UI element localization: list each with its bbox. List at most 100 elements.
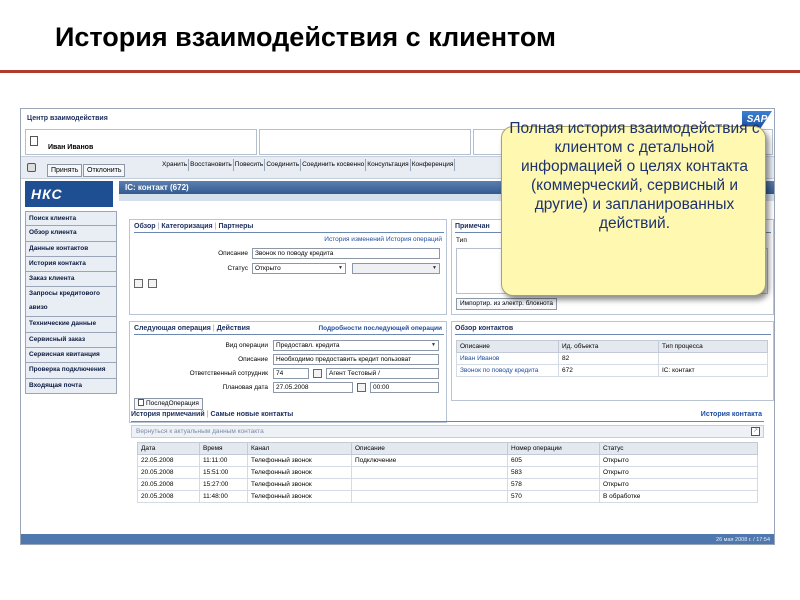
nav-item-customer-search[interactable]: Поиск клиента [25, 211, 117, 227]
followup-operation-button[interactable]: ПоследОперация [134, 398, 203, 410]
operation-type-select[interactable]: Предоставл. кредита ▼ [273, 340, 439, 351]
notes-title: Примечан [455, 223, 490, 230]
overview-panel: Обзор | Категоризация | Партнеры История изм… [129, 219, 447, 315]
table-cell: 20.05.2008 [137, 478, 200, 491]
table-cell: IC: контакт [658, 364, 768, 377]
nav-item-technical-data[interactable]: Технические данные [25, 317, 117, 333]
tab-next-operation[interactable]: Следующая операция [134, 325, 211, 332]
nav-item-service-order[interactable]: Сервисный заказ [25, 332, 117, 349]
table-cell: В обработке [599, 490, 758, 503]
table-cell: 605 [507, 454, 600, 467]
nav-item-customer-order[interactable]: Заказ клиента [25, 272, 117, 288]
table-cell: 578 [507, 478, 600, 491]
next-op-details-link[interactable]: Подробности последующей операции [319, 325, 443, 332]
status-select[interactable]: Открыто ▼ [252, 263, 346, 274]
column-header-description[interactable]: Описание [351, 442, 508, 455]
followup-button-label: ПоследОперация [146, 400, 199, 407]
column-header-time[interactable]: Время [199, 442, 248, 455]
toolbar-link-connect-indirect[interactable]: Соединить косвенно [301, 159, 367, 171]
history-underline [131, 421, 764, 422]
next-op-description-field[interactable]: Необходимо предоставить кредит пользоват [273, 354, 439, 365]
nav-item-contact-history[interactable]: История контакта [25, 256, 117, 273]
document-icon[interactable] [30, 136, 38, 146]
status-reason-select[interactable]: ▼ [352, 263, 440, 274]
back-to-current-link[interactable]: Вернуться к актуальным данным контакта [136, 428, 264, 435]
table-cell: 20.05.2008 [137, 490, 200, 503]
table-cell: 11:48:00 [199, 490, 248, 503]
import-notepad-button[interactable]: Импортир. из электр. блокнота [456, 298, 558, 310]
toolbar-link-hold[interactable]: Хранить [161, 159, 190, 171]
nav-item-connection-check[interactable]: Проверка подключения [25, 363, 117, 379]
table-row[interactable]: 20.05.2008 15:27:00 Телефонный звонок 57… [137, 478, 758, 491]
chevron-down-icon: ▼ [432, 265, 437, 271]
table-row[interactable]: 22.05.2008 11:11:00 Телефонный звонок По… [137, 454, 758, 467]
edit-icon[interactable] [134, 279, 143, 288]
table-cell [351, 478, 508, 491]
table-cell[interactable]: Иван Иванов [456, 352, 559, 365]
column-header-description[interactable]: Описание [456, 340, 559, 353]
toolbar-link-conference[interactable]: Конференция [411, 159, 456, 171]
table-cell [658, 352, 768, 365]
column-header-status[interactable]: Статус [599, 442, 758, 455]
nav-item-credit-memo-requests[interactable]: Запросы кредитового авизо [25, 287, 117, 318]
planned-time-field[interactable]: 00:00 [370, 382, 439, 393]
status-label: Статус [227, 265, 248, 272]
search-help-icon[interactable] [313, 369, 322, 378]
column-header-date[interactable]: Дата [137, 442, 200, 455]
operation-history-link[interactable]: История операций [386, 236, 442, 243]
calendar-icon[interactable] [357, 383, 366, 392]
operation-type-label: Вид операции [225, 342, 268, 349]
phone-icon[interactable] [27, 163, 36, 172]
tab-actions[interactable]: Действия [217, 325, 250, 332]
toolbar-link-hangup[interactable]: Повесить [234, 159, 266, 171]
accept-button[interactable]: Принять [47, 164, 83, 177]
notes-type-label: Тип [456, 237, 467, 244]
column-header-operation-number[interactable]: Номер операции [507, 442, 600, 455]
table-row[interactable]: 20.05.2008 11:48:00 Телефонный звонок 57… [137, 490, 758, 503]
history-table: Дата Время Канал Описание Номер операции… [137, 442, 758, 503]
toolbar-link-restore[interactable]: Восстановить [189, 159, 234, 171]
decline-button[interactable]: Отклонить [83, 164, 126, 177]
nav-item-customer-overview[interactable]: Обзор клиента [25, 226, 117, 242]
employee-name-field[interactable]: Агент Тестовый / [326, 368, 439, 379]
table-row[interactable]: Иван Иванов 82 [456, 352, 768, 365]
toolbar-link-consult[interactable]: Консультация [366, 159, 411, 171]
table-cell: Открыто [599, 466, 758, 479]
tab-overview[interactable]: Обзор [134, 223, 156, 230]
document-icon [138, 399, 144, 406]
telephony-links: Хранить Восстановить Повесить Соединить … [161, 159, 456, 171]
next-op-underline [134, 334, 444, 335]
table-row[interactable]: Звонок по поводу кредита 672 IC: контакт [456, 364, 768, 377]
save-icon[interactable] [148, 279, 157, 288]
table-cell[interactable]: Звонок по поводу кредита [456, 364, 559, 377]
contact-history-link[interactable]: История контакта [701, 411, 762, 418]
tab-newest-contacts[interactable]: Самые новые контакты [210, 411, 293, 418]
nav-item-service-confirmation[interactable]: Сервисная квитанция [25, 348, 117, 364]
planned-date-field[interactable]: 27.05.2008 [273, 382, 353, 393]
description-field[interactable]: Звонок по поводу кредита [252, 248, 440, 259]
nav-item-contact-data[interactable]: Данные контактов [25, 241, 117, 257]
column-header-process-type[interactable]: Тип процесса [658, 340, 768, 353]
tab-categorization[interactable]: Категоризация [161, 223, 212, 230]
next-op-description-label: Описание [238, 356, 268, 363]
nav-item-inbox[interactable]: Входящая почта [25, 378, 117, 394]
tab-partners[interactable]: Партнеры [218, 223, 253, 230]
column-header-object-id[interactable]: Ид. объекта [558, 340, 659, 353]
column-header-channel[interactable]: Канал [247, 442, 352, 455]
contacts-underline [455, 334, 771, 335]
back-to-current-bar[interactable]: Вернуться к актуальным данным контакта ↗ [131, 425, 764, 438]
toolbar-link-connect[interactable]: Соединить [265, 159, 302, 171]
title-divider [0, 70, 800, 73]
table-cell: 15:27:00 [199, 478, 248, 491]
customer-name: Иван Иванов [48, 144, 94, 151]
next-op-tabs: Следующая операция | Действия [134, 325, 250, 332]
maximize-icon[interactable]: ↗ [751, 427, 760, 436]
tabs-underline [134, 232, 444, 233]
change-history-link[interactable]: История изменений [324, 236, 384, 243]
tab-notes-history[interactable]: История примечаний [131, 411, 205, 418]
table-cell: 570 [507, 490, 600, 503]
employee-id-field[interactable]: 74 [273, 368, 309, 379]
table-row[interactable]: 20.05.2008 15:51:00 Телефонный звонок 58… [137, 466, 758, 479]
table-cell: 15:51:00 [199, 466, 248, 479]
